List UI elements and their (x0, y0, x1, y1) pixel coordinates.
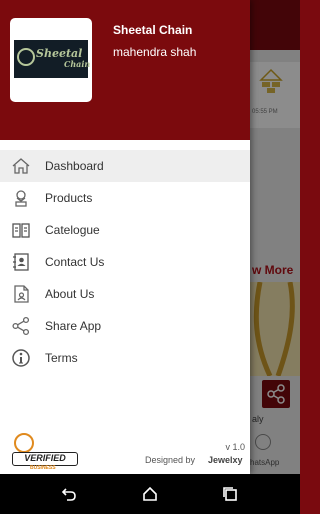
designer-name[interactable]: Jewelxy (208, 455, 243, 465)
logo-text-line1: Sheetal (36, 47, 83, 60)
drawer-menu: Dashboard Products Catelogue Contact Us … (0, 150, 250, 374)
home-nav-icon[interactable] (142, 486, 158, 502)
recents-icon[interactable] (222, 486, 238, 502)
document-icon (14, 285, 29, 303)
shop-logo: Sheetal Chain (10, 18, 92, 102)
products-icon (15, 190, 27, 207)
contact-book-icon (13, 253, 29, 271)
system-navigation-bar (0, 474, 300, 514)
menu-item-dashboard[interactable]: Dashboard (0, 150, 250, 182)
home-icon (12, 158, 30, 174)
menu-item-label: Products (45, 191, 93, 205)
verified-business-badge: VERIFIED BUSINESS (10, 431, 80, 473)
app-version: v 1.0 (225, 442, 245, 452)
menu-item-label: Contact Us (45, 255, 105, 269)
info-icon (12, 349, 30, 367)
catalogue-icon (12, 223, 30, 238)
logo-ring-icon (17, 48, 35, 66)
menu-item-contact-us[interactable]: Contact Us (0, 246, 250, 278)
owner-name: mahendra shah (113, 45, 197, 59)
designed-by-label: Designed by (145, 455, 196, 465)
verified-badge-sublabel: BUSINESS (30, 465, 56, 471)
menu-item-share-app[interactable]: Share App (0, 310, 250, 342)
menu-item-catelogue[interactable]: Catelogue (0, 214, 250, 246)
menu-item-label: About Us (45, 287, 95, 301)
verified-badge-label: VERIFIED (12, 452, 78, 466)
share-icon (12, 316, 30, 336)
navigation-drawer: Sheetal Chain Sheetal Chain mahendra sha… (0, 0, 250, 474)
menu-item-label: Share App (45, 319, 102, 333)
menu-item-products[interactable]: Products (0, 182, 250, 214)
logo-text-line2: Chain (64, 59, 91, 69)
shop-name: Sheetal Chain (113, 23, 193, 37)
drawer-footer: VERIFIED BUSINESS v 1.0 Designed by Jewe… (0, 425, 250, 474)
back-icon[interactable] (61, 486, 77, 502)
menu-item-label: Terms (45, 351, 78, 365)
menu-item-label: Dashboard (45, 159, 104, 173)
logo-banner: Sheetal Chain (14, 40, 91, 78)
menu-item-label: Catelogue (45, 223, 100, 237)
drawer-header: Sheetal Chain Sheetal Chain mahendra sha… (0, 0, 250, 140)
verified-ring-icon (14, 433, 34, 453)
menu-item-about-us[interactable]: About Us (0, 278, 250, 310)
menu-item-terms[interactable]: Terms (0, 342, 250, 374)
